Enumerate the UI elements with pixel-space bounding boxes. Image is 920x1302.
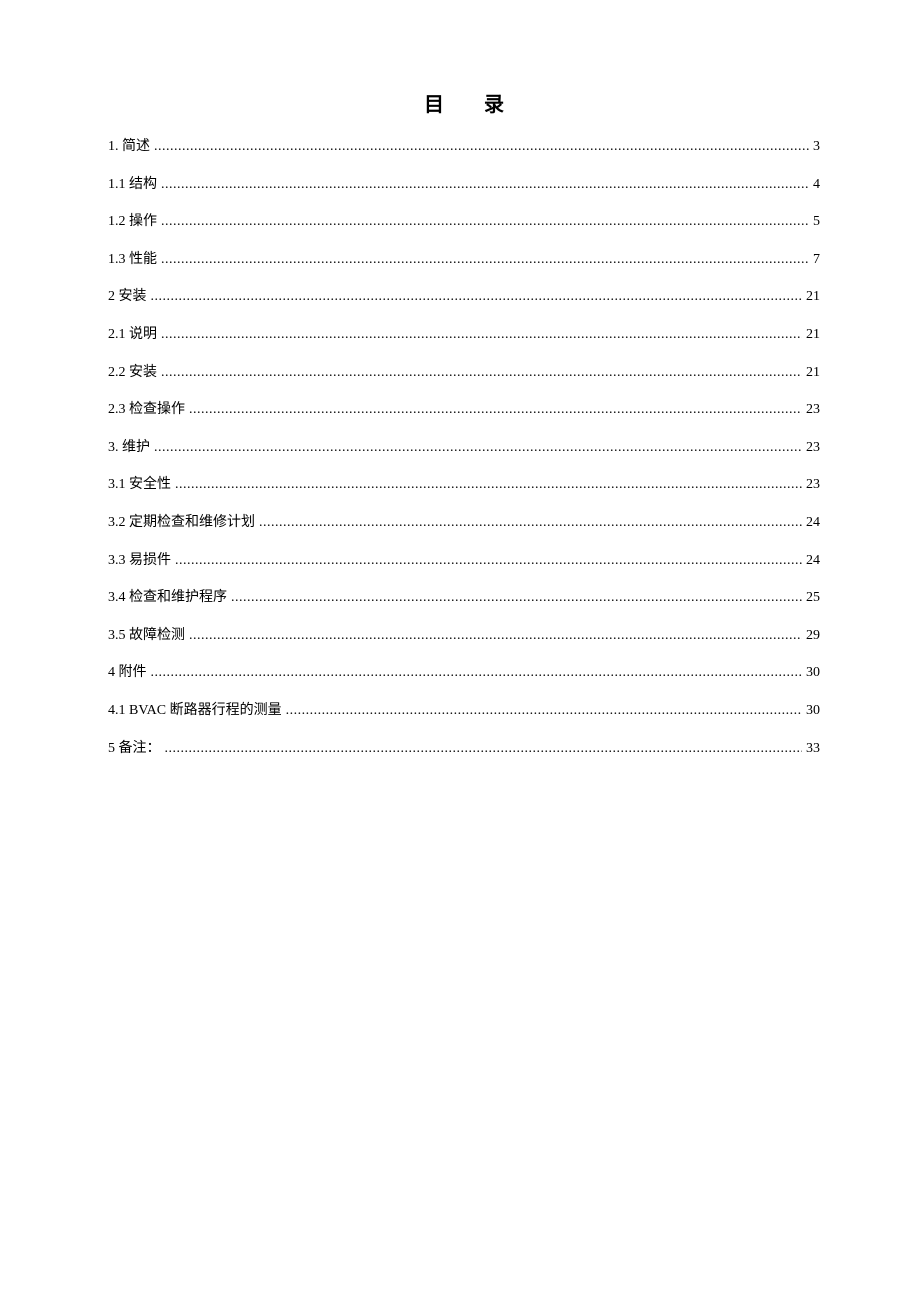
toc-entry-label: 2.1 说明 — [108, 325, 157, 345]
toc-item: 3. 维护 23 — [108, 438, 820, 458]
toc-item: 2.2 安装 21 — [108, 363, 820, 383]
toc-leader-dots — [175, 551, 802, 571]
toc-item: 5 备注： 33 — [108, 739, 820, 759]
toc-entry-label: 3. 维护 — [108, 438, 150, 458]
toc-leader-dots — [161, 363, 802, 383]
toc-entry-label: 4.1 BVAC 断路器行程的测量 — [108, 701, 282, 721]
toc-entry-page: 23 — [806, 475, 820, 495]
toc-entry-page: 21 — [806, 325, 820, 345]
toc-entry-label: 1. 简述 — [108, 137, 150, 157]
toc-leader-dots — [151, 663, 803, 683]
toc-leader-dots — [286, 701, 802, 721]
toc-entry-label: 1.2 操作 — [108, 212, 157, 232]
toc-leader-dots — [231, 588, 802, 608]
toc-entry-page: 24 — [806, 551, 820, 571]
toc-leader-dots — [259, 513, 802, 533]
toc-leader-dots — [161, 325, 802, 345]
toc-item: 3.2 定期检查和维修计划 24 — [108, 513, 820, 533]
toc-entry-label: 3.5 故障检测 — [108, 626, 185, 646]
toc-item: 4 附件 30 — [108, 663, 820, 683]
toc-entry-label: 3.2 定期检查和维修计划 — [108, 513, 255, 533]
toc-item: 3.1 安全性 23 — [108, 475, 820, 495]
toc-item: 1.3 性能 7 — [108, 250, 820, 270]
toc-leader-dots — [154, 137, 809, 157]
toc-entry-label: 2 安装 — [108, 287, 147, 307]
toc-entry-label: 3.3 易损件 — [108, 551, 171, 571]
toc-entry-page: 23 — [806, 400, 820, 420]
toc-entry-page: 5 — [813, 212, 820, 232]
toc-item: 1.2 操作 5 — [108, 212, 820, 232]
toc-entry-label: 2.3 检查操作 — [108, 400, 185, 420]
toc-entry-label: 3.4 检查和维护程序 — [108, 588, 227, 608]
toc-entry-page: 21 — [806, 363, 820, 383]
toc-entry-label: 1.3 性能 — [108, 250, 157, 270]
toc-leader-dots — [151, 287, 803, 307]
toc-leader-dots — [189, 626, 802, 646]
toc-leader-dots — [189, 400, 802, 420]
toc-entry-page: 25 — [806, 588, 820, 608]
toc-entry-label: 2.2 安装 — [108, 363, 157, 383]
toc-entry-page: 23 — [806, 438, 820, 458]
toc-item: 2 安装 21 — [108, 287, 820, 307]
toc-list: 1. 简述 3 1.1 结构 4 1.2 操作 5 1.3 性能 7 2 安装 … — [108, 137, 820, 758]
toc-entry-page: 4 — [813, 175, 820, 195]
page-title: 目录 — [108, 88, 820, 117]
toc-leader-dots — [165, 739, 803, 759]
toc-item: 3.5 故障检测 29 — [108, 626, 820, 646]
toc-entry-label: 4 附件 — [108, 663, 147, 683]
toc-leader-dots — [161, 250, 809, 270]
toc-entry-page: 7 — [813, 250, 820, 270]
toc-leader-dots — [175, 475, 802, 495]
toc-item: 2.1 说明 21 — [108, 325, 820, 345]
toc-entry-label: 1.1 结构 — [108, 175, 157, 195]
toc-item: 3.3 易损件 24 — [108, 551, 820, 571]
toc-leader-dots — [154, 438, 802, 458]
toc-entry-page: 30 — [806, 663, 820, 683]
toc-leader-dots — [161, 175, 809, 195]
toc-entry-page: 24 — [806, 513, 820, 533]
toc-item: 1.1 结构 4 — [108, 175, 820, 195]
toc-item: 4.1 BVAC 断路器行程的测量 30 — [108, 701, 820, 721]
toc-item: 2.3 检查操作 23 — [108, 400, 820, 420]
toc-entry-page: 3 — [813, 137, 820, 157]
toc-entry-page: 30 — [806, 701, 820, 721]
toc-entry-label: 5 备注： — [108, 739, 161, 759]
toc-entry-page: 33 — [806, 739, 820, 759]
toc-leader-dots — [161, 212, 809, 232]
toc-entry-page: 29 — [806, 626, 820, 646]
toc-item: 1. 简述 3 — [108, 137, 820, 157]
toc-entry-page: 21 — [806, 287, 820, 307]
toc-item: 3.4 检查和维护程序 25 — [108, 588, 820, 608]
toc-entry-label: 3.1 安全性 — [108, 475, 171, 495]
